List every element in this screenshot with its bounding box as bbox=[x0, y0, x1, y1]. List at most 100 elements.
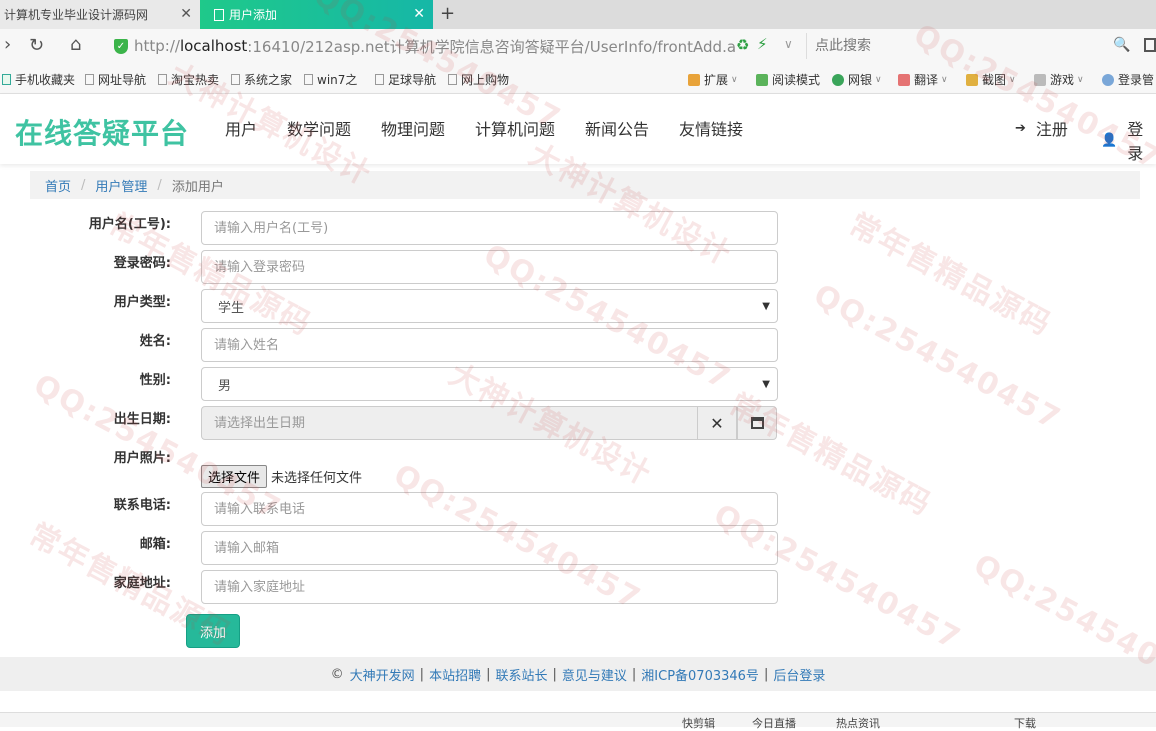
close-icon[interactable]: ✕ bbox=[413, 6, 425, 22]
user-type-value: 学生 bbox=[218, 301, 245, 316]
nav-item-computer[interactable]: 计算机问题 bbox=[475, 116, 555, 140]
site-brand[interactable]: 在线答疑平台 bbox=[15, 112, 189, 152]
bookmark-item[interactable]: 网上购物 bbox=[448, 71, 509, 88]
bookmark-item[interactable]: 系统之家 bbox=[231, 71, 292, 88]
extension-item[interactable]: 登录管 bbox=[1102, 71, 1154, 88]
bookmark-icon bbox=[2, 74, 11, 85]
nav-item-user[interactable]: 用户 bbox=[225, 116, 257, 140]
nav-item-physics[interactable]: 物理问题 bbox=[381, 116, 445, 140]
name-input[interactable] bbox=[201, 328, 778, 362]
footer-separator: | bbox=[552, 666, 557, 682]
clear-icon[interactable]: ✕ bbox=[697, 406, 737, 440]
extension-icon bbox=[688, 73, 700, 86]
search-icon[interactable]: 🔍 bbox=[1113, 37, 1130, 53]
footer-link-feedback[interactable]: 意见与建议 bbox=[562, 665, 627, 684]
caret-down-icon: ▼ bbox=[762, 301, 770, 312]
bookmark-icon bbox=[231, 74, 240, 85]
forward-icon[interactable]: › bbox=[4, 34, 11, 55]
password-label: 登录密码: bbox=[113, 256, 171, 271]
user-type-label: 用户类型: bbox=[113, 295, 171, 310]
chevron-down-icon: ∨ bbox=[1077, 74, 1084, 85]
browser-tab-active[interactable]: 用户添加 ✕ bbox=[200, 0, 433, 29]
gamepad-icon bbox=[1034, 73, 1046, 86]
home-icon[interactable]: ⌂ bbox=[70, 34, 81, 55]
footer-link-icp[interactable]: 湘ICP备0703346号 bbox=[641, 665, 759, 684]
footer-separator: | bbox=[763, 666, 769, 682]
footer-link-devnet[interactable]: 大神开发网 bbox=[350, 665, 415, 684]
nav-item-links[interactable]: 友情链接 bbox=[679, 116, 743, 140]
birthday-picker: ✕ bbox=[201, 406, 778, 440]
site-footer: © 大神开发网 | 本站招聘 | 联系站长 | 意见与建议 | 湘ICP备0703346… bbox=[0, 657, 1156, 691]
bookmark-icon bbox=[158, 74, 167, 85]
tab-label: 用户添加 bbox=[229, 8, 278, 22]
bookmark-icon bbox=[85, 74, 94, 85]
extension-item[interactable]: 扩展 ∨ bbox=[688, 71, 738, 88]
bookmark-item[interactable]: 手机收藏夹 bbox=[2, 71, 75, 88]
bookmark-item[interactable]: 足球导航 bbox=[375, 71, 436, 88]
gender-select[interactable]: 男 ▼ bbox=[201, 367, 778, 401]
password-input[interactable] bbox=[201, 250, 778, 284]
lightning-icon[interactable]: ⚡ bbox=[757, 35, 768, 53]
book-icon bbox=[756, 73, 768, 86]
extension-item[interactable]: 截图 ∨ bbox=[966, 71, 1016, 88]
bookmark-item[interactable]: 淘宝热卖 bbox=[158, 71, 219, 88]
url-field[interactable]: ✓ http://localhost:16410/212asp.net计算机学院… bbox=[106, 33, 776, 59]
birthday-input[interactable] bbox=[201, 406, 698, 440]
breadcrumb-section[interactable]: 用户管理 bbox=[95, 176, 147, 195]
footer-link-jobs[interactable]: 本站招聘 bbox=[429, 665, 481, 684]
user-type-select[interactable]: 学生 ▼ bbox=[201, 289, 778, 323]
breadcrumb-current: 添加用户 bbox=[171, 179, 224, 195]
url-host: localhost bbox=[179, 37, 248, 55]
status-item-news[interactable]: 热点资讯 bbox=[836, 715, 880, 731]
birthday-label: 出生日期: bbox=[113, 412, 171, 427]
tab-label: 计算机专业毕业设计源码网 bbox=[4, 8, 149, 22]
bank-icon bbox=[832, 73, 844, 86]
footer-link-admin-login[interactable]: 后台登录 bbox=[773, 665, 825, 684]
bookmark-icon bbox=[448, 74, 457, 85]
watermark-text: QQ:254540457 bbox=[807, 277, 1068, 438]
address-input[interactable] bbox=[201, 570, 778, 604]
breadcrumb-home[interactable]: 首页 bbox=[45, 176, 71, 195]
footer-separator: | bbox=[419, 666, 425, 682]
breadcrumb: 首页 / 用户管理 / 添加用户 bbox=[30, 171, 1140, 199]
nav-item-math[interactable]: 数学问题 bbox=[287, 116, 351, 140]
photo-label: 用户照片: bbox=[113, 451, 171, 466]
chevron-down-icon[interactable]: ∨ bbox=[784, 37, 793, 51]
extension-item[interactable]: 翻译 ∨ bbox=[898, 71, 948, 88]
status-item-clip[interactable]: 快剪辑 bbox=[682, 715, 715, 731]
choose-file-button[interactable]: 选择文件 bbox=[201, 465, 268, 488]
browser-status-bar: 快剪辑 今日直播 热点资讯 下载 bbox=[0, 712, 1156, 730]
recycle-icon[interactable]: ♻ bbox=[736, 36, 749, 54]
email-input[interactable] bbox=[201, 531, 778, 565]
browser-tab-inactive[interactable]: 计算机专业毕业设计源码网 ✕ bbox=[0, 0, 200, 29]
login-link[interactable]: 👤 登录 bbox=[1101, 116, 1156, 164]
register-link[interactable]: ➔ 注册 bbox=[1015, 116, 1068, 140]
extension-item[interactable]: 游戏 ∨ bbox=[1034, 71, 1084, 88]
browser-tab-bar: 计算机专业毕业设计源码网 ✕ 用户添加 ✕ + bbox=[0, 0, 1156, 29]
phone-input[interactable] bbox=[201, 492, 778, 526]
user-icon bbox=[1102, 73, 1114, 86]
sign-in-icon: ➔ bbox=[1015, 120, 1026, 136]
window-icon[interactable] bbox=[1144, 38, 1156, 52]
add-button[interactable]: 添加 bbox=[186, 614, 240, 648]
calendar-icon bbox=[750, 417, 764, 429]
watermark-text: 常年售精品源码 bbox=[843, 207, 1058, 344]
new-tab-icon[interactable]: + bbox=[440, 3, 455, 24]
username-input[interactable] bbox=[201, 211, 778, 245]
calendar-button[interactable] bbox=[737, 406, 777, 440]
translate-icon bbox=[898, 73, 910, 86]
status-item-live[interactable]: 今日直播 bbox=[752, 715, 796, 731]
footer-link-contact[interactable]: 联系站长 bbox=[495, 665, 547, 684]
browser-search-input[interactable]: 点此搜索 bbox=[806, 33, 1136, 59]
site-navbar: 在线答疑平台 用户 数学问题 物理问题 计算机问题 新闻公告 友情链接 ➔ 注册… bbox=[0, 94, 1156, 164]
breadcrumb-separator: / bbox=[81, 177, 86, 193]
bookmark-item[interactable]: 网址导航 bbox=[85, 71, 146, 88]
extension-item[interactable]: 阅读模式 bbox=[756, 71, 820, 88]
status-item-download[interactable]: 下载 bbox=[1014, 715, 1036, 731]
extension-item[interactable]: 网银 ∨ bbox=[832, 71, 882, 88]
nav-item-news[interactable]: 新闻公告 bbox=[585, 116, 649, 140]
bookmark-item[interactable]: win7之 bbox=[304, 71, 357, 88]
close-icon[interactable]: ✕ bbox=[180, 6, 192, 22]
refresh-icon[interactable]: ↻ bbox=[29, 35, 44, 56]
gender-label: 性别: bbox=[139, 373, 171, 388]
